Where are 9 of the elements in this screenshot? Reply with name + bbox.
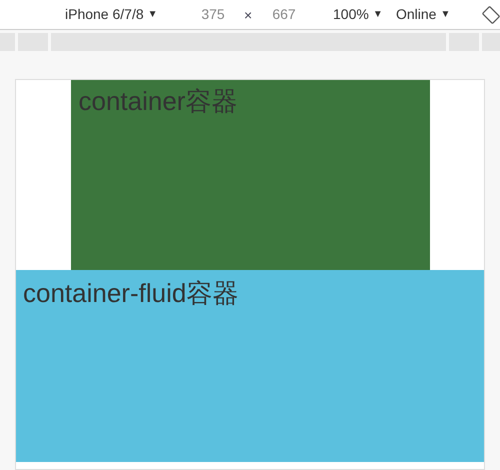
device-dropdown[interactable]: iPhone 6/7/8 ▼ xyxy=(65,4,158,25)
rotate-icon[interactable] xyxy=(482,6,500,24)
height-field[interactable]: 667 xyxy=(264,4,304,25)
network-dropdown[interactable]: Online ▼ xyxy=(396,4,450,25)
zoom-dropdown[interactable]: 100% ▼ xyxy=(333,4,383,25)
container-fluid-label: container-fluid容器 xyxy=(23,278,238,308)
container-label: container容器 xyxy=(78,86,238,116)
width-field[interactable]: 375 xyxy=(193,4,233,25)
times-sign: × xyxy=(244,6,252,25)
